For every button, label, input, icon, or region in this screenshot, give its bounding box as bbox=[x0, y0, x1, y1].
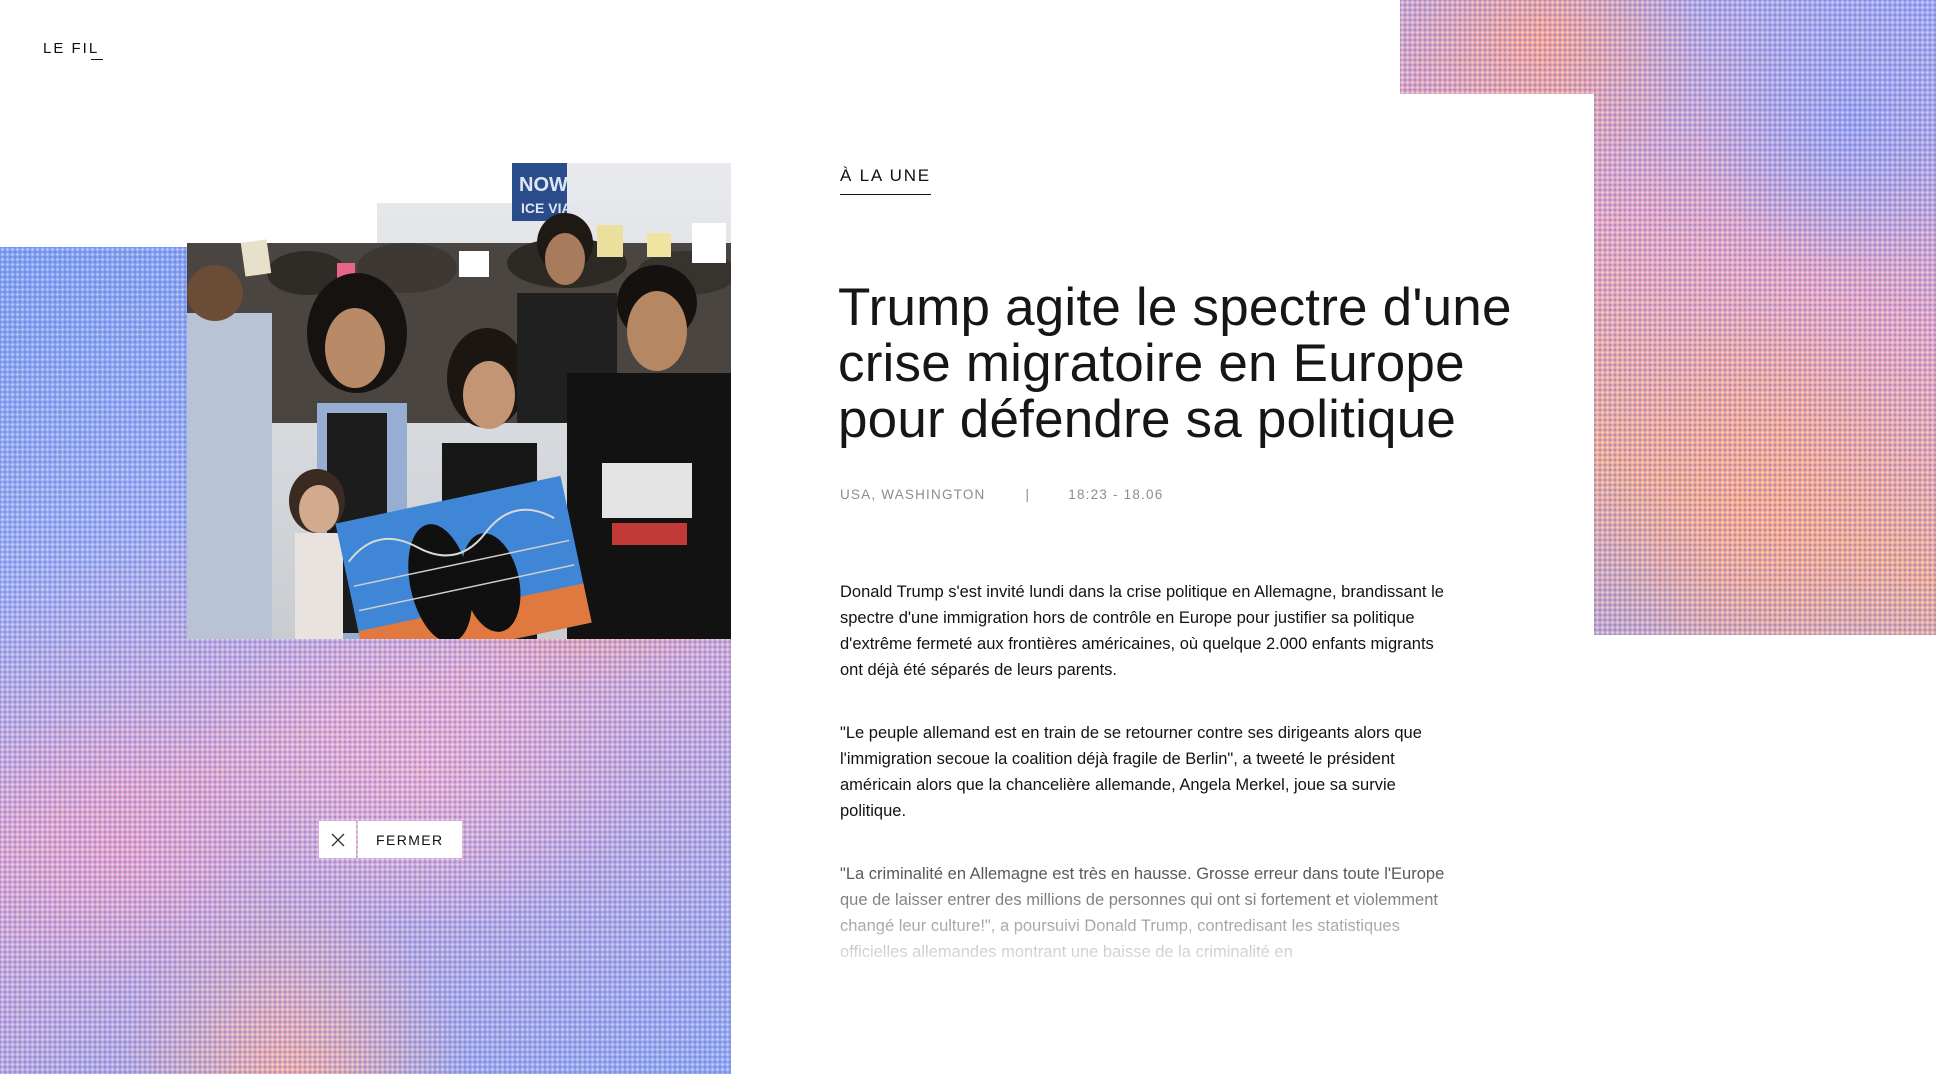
site-logo[interactable]: LE FIL bbox=[43, 40, 104, 60]
logo-text: LE FI bbox=[43, 40, 89, 57]
svg-text:NOW: NOW bbox=[519, 174, 568, 196]
section-tag[interactable]: À LA UNE bbox=[840, 166, 931, 195]
article-meta: USA, WASHINGTON | 18:23 - 18.06 bbox=[840, 487, 1163, 502]
article-photo: NOW ICE VIA! bbox=[187, 163, 731, 639]
article-location: USA, WASHINGTON bbox=[840, 487, 986, 502]
protest-photo-illustration: NOW ICE VIA! bbox=[187, 163, 731, 639]
article-time: 18:23 - 18.06 bbox=[1068, 487, 1164, 502]
close-label[interactable]: FERMER bbox=[358, 821, 462, 858]
close-icon[interactable] bbox=[319, 821, 356, 858]
meta-separator: | bbox=[1025, 487, 1031, 502]
article-paragraph-2: "Le peuple allemand est en train de se r… bbox=[840, 724, 1422, 820]
article-paragraph-3: "La criminalité en Allemagne est très en… bbox=[840, 865, 1445, 961]
page: LE FIL NOW ICE VIA! FERMER À LA UNE Trum… bbox=[0, 0, 1936, 1074]
article-paragraph-1: Donald Trump s'est invité lundi dans la … bbox=[840, 583, 1444, 679]
close-button[interactable]: FERMER bbox=[319, 821, 462, 858]
logo-mark: L bbox=[88, 40, 104, 60]
article-headline: Trump agite le spectre d'une crise migra… bbox=[838, 278, 1512, 449]
